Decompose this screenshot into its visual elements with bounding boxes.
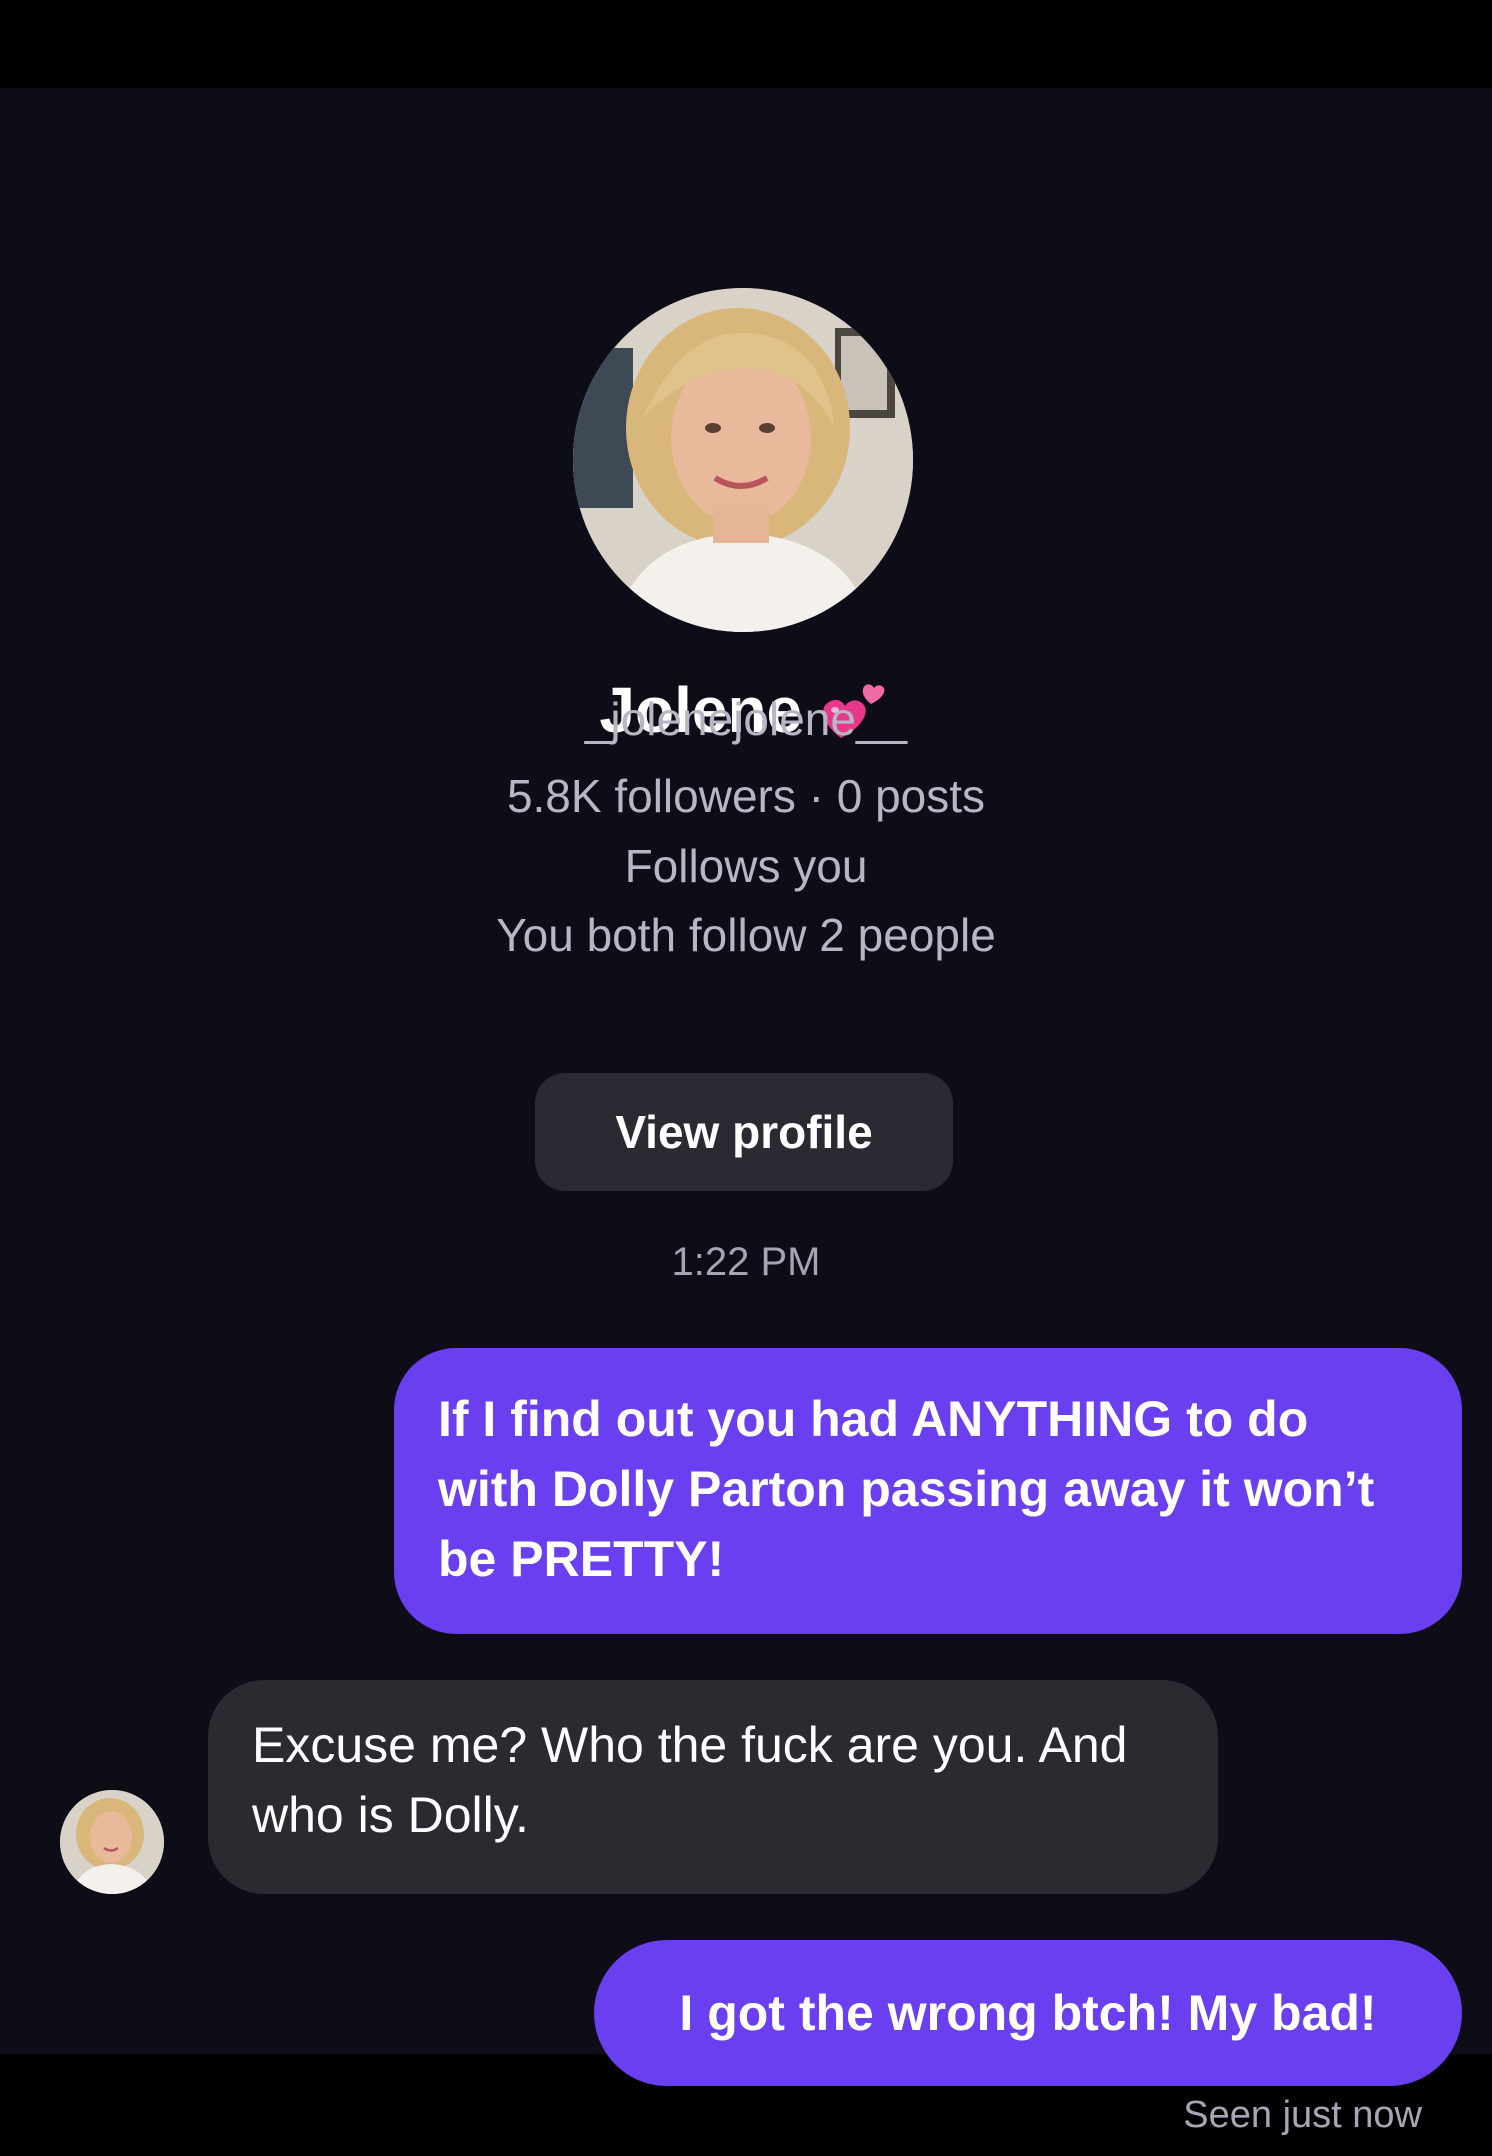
mutual-followers-label: You both follow 2 people [496,909,996,961]
profile-username: _jolenejolene__ [584,693,908,745]
view-profile-button[interactable]: View profile [535,1073,953,1191]
outgoing-message-bubble[interactable]: I got the wrong btch! My bad! [594,1940,1462,2086]
message-timestamp: 1:22 PM [671,1240,821,1284]
incoming-message-bubble[interactable]: Excuse me? Who the fuck are you. And who… [208,1680,1218,1894]
follows-you-label: Follows you [624,840,868,892]
chat-screen: Jolene _jolenejolene__ 5.8K followers · … [0,88,1492,2136]
outgoing-message-bubble[interactable]: If I find out you had ANYTHING to do wit… [394,1348,1462,1634]
sender-avatar[interactable] [60,1790,164,1894]
profile-stats: 5.8K followers · 0 posts [506,770,986,822]
seen-status: Seen just now [1183,2094,1422,2136]
profile-avatar[interactable] [573,288,913,632]
